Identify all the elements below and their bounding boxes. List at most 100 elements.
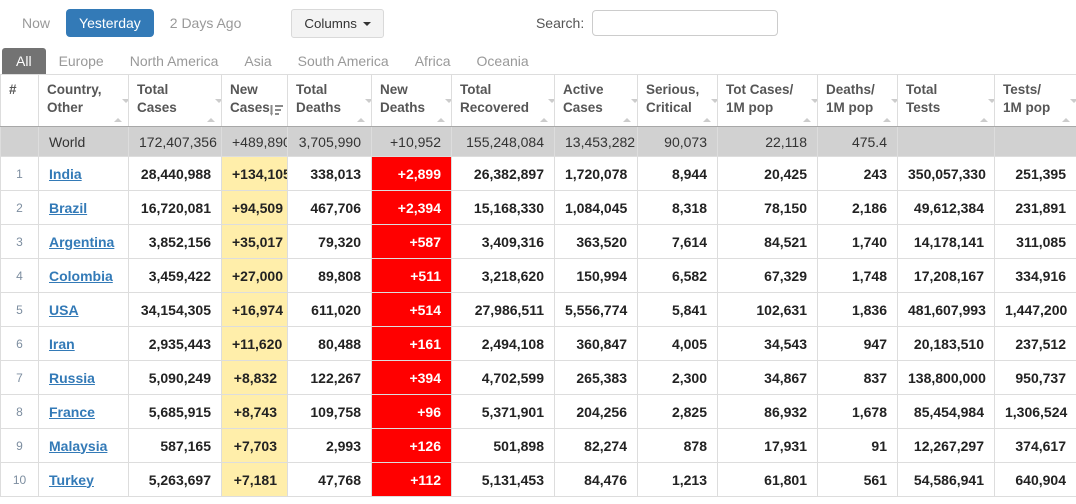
cell-new-cases: +134,105: [222, 157, 288, 191]
search-group: Search:: [536, 10, 778, 36]
cell-new-deaths: +161: [372, 327, 452, 361]
cell-total-tests: 49,612,384: [898, 191, 995, 225]
cell-serious-critical: 1,213: [638, 463, 718, 497]
header-line: Total: [460, 81, 546, 99]
cell-total-deaths: 611,020: [288, 293, 372, 327]
cell-total-deaths: 79,320: [288, 225, 372, 259]
cell-serious-critical: 878: [638, 429, 718, 463]
col-header-total-recovered[interactable]: Total Recovered: [452, 75, 555, 127]
cell-total-deaths: 467,706: [288, 191, 372, 225]
col-header-active-cases[interactable]: Active Cases: [555, 75, 638, 127]
cell-cases-per-1m: 102,631: [718, 293, 818, 327]
country-link[interactable]: Malaysia: [49, 438, 107, 454]
cell-serious-critical: 5,841: [638, 293, 718, 327]
header-line: New: [380, 81, 443, 99]
cell-total-recovered: 2,494,108: [452, 327, 555, 361]
cell-cases-per-1m: 67,329: [718, 259, 818, 293]
time-tab-2-days-ago[interactable]: 2 Days Ago: [160, 9, 252, 37]
cell-cases-per-1m: 34,543: [718, 327, 818, 361]
col-header-country[interactable]: Country, Other: [39, 75, 129, 127]
cell-total-tests: [898, 127, 995, 157]
region-tab-all[interactable]: All: [2, 48, 46, 74]
cell-new-deaths: +2,899: [372, 157, 452, 191]
search-input[interactable]: [592, 10, 778, 36]
cell-new-cases: +8,743: [222, 395, 288, 429]
header-line: Total: [906, 81, 986, 99]
cell-serious-critical: 7,614: [638, 225, 718, 259]
col-header-new-deaths[interactable]: New Deaths: [372, 75, 452, 127]
cell-deaths-per-1m: 947: [818, 327, 898, 361]
header-line: Deaths/: [826, 81, 889, 99]
region-tab-north-america[interactable]: North America: [117, 48, 232, 74]
cell-new-cases: +11,620: [222, 327, 288, 361]
cell-new-cases: +489,890: [222, 127, 288, 157]
cell-total-recovered: 26,382,897: [452, 157, 555, 191]
country-link[interactable]: USA: [49, 302, 79, 318]
header-line: Recovered: [460, 99, 546, 117]
cell-total-deaths: 122,267: [288, 361, 372, 395]
col-header-deaths-per-1m[interactable]: Deaths/ 1M pop: [818, 75, 898, 127]
country-link[interactable]: Iran: [49, 336, 75, 352]
country-link[interactable]: Colombia: [49, 268, 113, 284]
cell-serious-critical: 8,318: [638, 191, 718, 225]
header-line: Tot Cases/: [726, 81, 809, 99]
region-tab-asia[interactable]: Asia: [231, 48, 284, 74]
region-tab-oceania[interactable]: Oceania: [464, 48, 542, 74]
region-tab-south-america[interactable]: South America: [285, 48, 402, 74]
cell-tests-per-1m: 1,447,200: [995, 293, 1076, 327]
row-index: 1: [1, 157, 39, 191]
sort-both-icon: [803, 103, 812, 118]
header-line: 1M pop: [726, 99, 809, 117]
time-tab-now[interactable]: Now: [12, 9, 60, 37]
sort-both-icon: [540, 103, 549, 118]
region-tab-africa[interactable]: Africa: [402, 48, 464, 74]
col-header-rank[interactable]: #: [1, 75, 39, 127]
country-link[interactable]: Turkey: [49, 472, 94, 488]
col-header-total-cases[interactable]: Total Cases: [129, 75, 222, 127]
cell-active-cases: 1,720,078: [555, 157, 638, 191]
cell-new-deaths: +2,394: [372, 191, 452, 225]
columns-dropdown-button[interactable]: Columns: [291, 9, 384, 38]
table-row: 9 Malaysia 587,165 +7,703 2,993 +126 501…: [1, 429, 1076, 463]
header-line: Country,: [47, 81, 120, 99]
country-link[interactable]: Argentina: [49, 234, 114, 250]
time-tab-yesterday[interactable]: Yesterday: [66, 9, 154, 37]
col-header-serious-critical[interactable]: Serious, Critical: [638, 75, 718, 127]
sort-both-icon: [980, 103, 989, 118]
country-link[interactable]: Brazil: [49, 200, 87, 216]
header-line: Serious,: [646, 81, 709, 99]
cell-deaths-per-1m: 1,740: [818, 225, 898, 259]
header-line: Tests/: [1003, 81, 1068, 99]
cell-total-cases: 2,935,443: [129, 327, 222, 361]
col-header-cases-per-1m[interactable]: Tot Cases/ 1M pop: [718, 75, 818, 127]
covid-stats-table: # Country, Other Total Cases New Cases T…: [0, 74, 1076, 497]
country-link[interactable]: Russia: [49, 370, 95, 386]
header-line: Other: [47, 99, 120, 117]
country-link[interactable]: India: [49, 166, 82, 182]
col-header-total-tests[interactable]: Total Tests: [898, 75, 995, 127]
col-header-tests-per-1m[interactable]: Tests/ 1M pop: [995, 75, 1076, 127]
row-index: 9: [1, 429, 39, 463]
cell-total-cases: 3,459,422: [129, 259, 222, 293]
cell-new-cases: +7,703: [222, 429, 288, 463]
table-row: 10 Turkey 5,263,697 +7,181 47,768 +112 5…: [1, 463, 1076, 497]
sort-both-icon: [623, 103, 632, 118]
col-header-new-cases[interactable]: New Cases: [222, 75, 288, 127]
cell-tests-per-1m: 950,737: [995, 361, 1076, 395]
cell-total-tests: 14,178,141: [898, 225, 995, 259]
cell-total-recovered: 155,248,084: [452, 127, 555, 157]
cell-tests-per-1m: 231,891: [995, 191, 1076, 225]
chevron-down-icon: [363, 22, 371, 26]
cell-serious-critical: 2,300: [638, 361, 718, 395]
country-cell: Argentina: [39, 225, 129, 259]
country-cell: France: [39, 395, 129, 429]
cell-new-deaths: +394: [372, 361, 452, 395]
col-header-total-deaths[interactable]: Total Deaths: [288, 75, 372, 127]
region-tab-europe[interactable]: Europe: [46, 48, 117, 74]
country-link[interactable]: France: [49, 404, 95, 420]
cell-new-deaths: +587: [372, 225, 452, 259]
country-cell: Turkey: [39, 463, 129, 497]
cell-total-tests: 12,267,297: [898, 429, 995, 463]
cell-total-recovered: 27,986,511: [452, 293, 555, 327]
cell-cases-per-1m: 20,425: [718, 157, 818, 191]
